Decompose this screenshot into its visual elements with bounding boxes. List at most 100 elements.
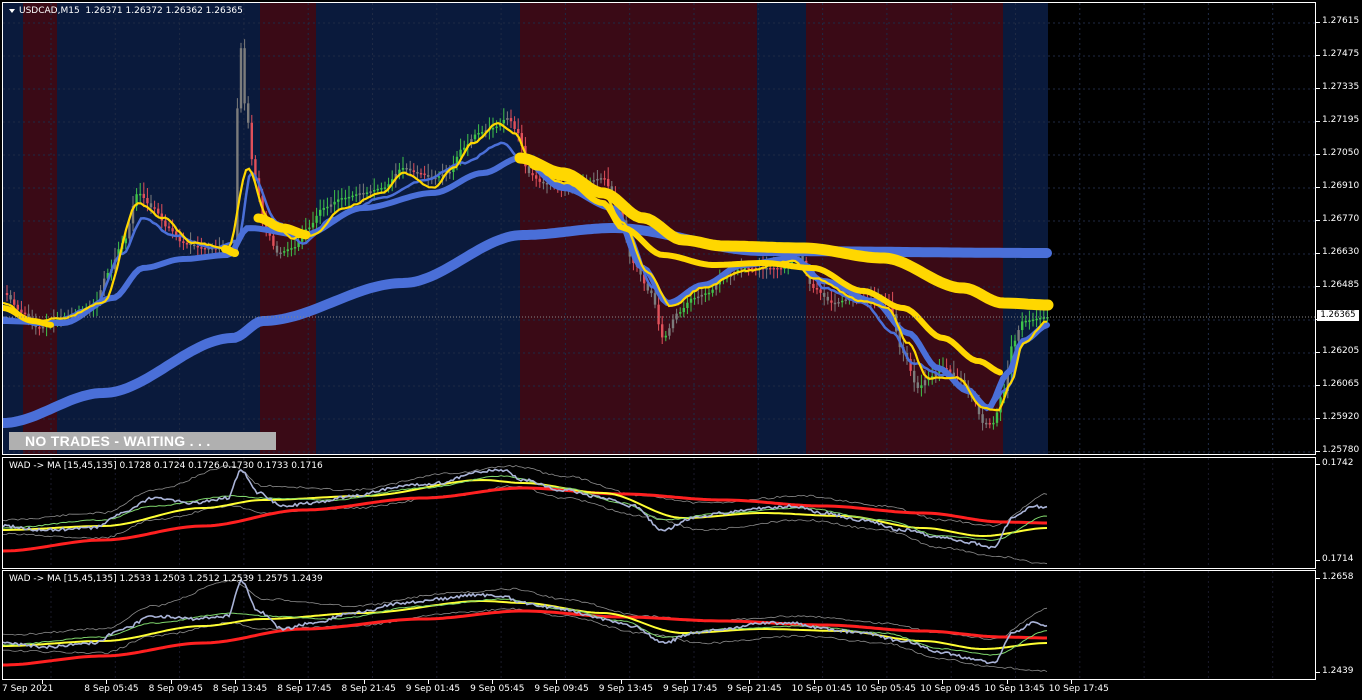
price-candle — [1021, 321, 1024, 331]
price-candle — [653, 293, 657, 305]
price-candle — [200, 247, 203, 249]
time-label: 9 Sep 17:45 — [663, 684, 718, 694]
scale-tick-label: 1.26630 — [1322, 247, 1360, 257]
time-label: 7 Sep 2021 — [2, 684, 54, 694]
time-label: 10 Sep 17:45 — [1048, 684, 1109, 694]
price-candle — [236, 108, 239, 246]
chevron-down-icon[interactable] — [9, 8, 15, 13]
scale-tick-mark — [1316, 121, 1320, 122]
price-candle — [293, 247, 297, 249]
price-candle — [41, 326, 45, 329]
price-candle — [542, 181, 545, 184]
indicator-2-canvas[interactable] — [3, 571, 1315, 679]
price-candle — [700, 294, 703, 297]
indicator-2-pane[interactable]: WAD -> MA [15,45,135] 1.2533 1.2503 1.25… — [2, 570, 1316, 680]
scale-tick-label: 1.2658 — [1322, 572, 1354, 582]
price-candle — [988, 423, 991, 425]
price-candle — [711, 289, 714, 293]
price-candle — [812, 283, 815, 289]
wad-lower-band — [3, 607, 1048, 673]
scale-tick-label: 1.26770 — [1322, 214, 1360, 224]
scale-tick-mark — [1316, 560, 1320, 561]
scale-tick-mark — [1316, 385, 1320, 386]
price-candle — [279, 252, 282, 255]
price-candle — [344, 197, 347, 200]
price-candle — [416, 172, 419, 174]
price-candle — [837, 302, 840, 304]
time-axis[interactable]: 7 Sep 2021 8 Sep 05:45 8 Sep 09:45 8 Sep 13… — [0, 680, 1362, 700]
scale-tick-label: 1.26485 — [1322, 280, 1360, 290]
price-candle — [412, 170, 415, 173]
price-candle — [373, 190, 376, 192]
price-candle — [1042, 317, 1045, 319]
price-candle — [923, 380, 927, 386]
price-candle — [409, 168, 412, 171]
scale-tick-mark — [1316, 253, 1320, 254]
price-candle — [164, 220, 167, 227]
price-candle — [146, 197, 149, 204]
price-candle — [995, 412, 999, 423]
price-candle — [128, 223, 131, 239]
time-label: 9 Sep 09:45 — [534, 684, 589, 694]
price-candle — [693, 297, 696, 300]
price-candle — [779, 268, 783, 270]
price-candle — [272, 235, 275, 246]
price-candle — [826, 296, 829, 301]
scale-tick-mark — [1316, 55, 1320, 56]
price-candle — [275, 245, 279, 253]
price-candle — [153, 207, 156, 209]
current-price-tag: 1.26365 — [1317, 310, 1359, 321]
price-candle — [740, 268, 743, 270]
scale-tick-label: 1.27195 — [1322, 115, 1360, 125]
price-candle — [351, 195, 354, 198]
wad-ma-mid-line — [3, 600, 1048, 651]
scale-tick-mark — [1316, 187, 1320, 188]
price-candle — [823, 292, 826, 297]
time-label: 9 Sep 21:45 — [727, 684, 782, 694]
price-candle — [149, 203, 153, 208]
price-candle — [1031, 319, 1035, 322]
price-scale[interactable]: 1.27615 1.27475 1.27335 1.27195 1.27050 1.269… — [1316, 2, 1362, 455]
indicator-1-pane[interactable]: WAD -> MA [15,45,135] 0.1728 0.1724 0.17… — [2, 457, 1316, 569]
price-candle — [833, 302, 837, 305]
price-candle — [531, 173, 534, 176]
price-candle — [599, 178, 603, 180]
price-candle — [689, 298, 693, 303]
price-candle — [355, 194, 358, 196]
price-candle — [743, 268, 747, 270]
price-candle — [157, 208, 160, 214]
price-candle — [992, 422, 995, 425]
time-label: 10 Sep 09:45 — [920, 684, 981, 694]
price-candle — [319, 209, 322, 216]
price-candle — [704, 293, 707, 295]
scale-tick-mark — [1316, 578, 1320, 579]
price-candle — [5, 293, 9, 296]
price-candle — [844, 299, 847, 301]
price-candle — [448, 172, 451, 174]
time-label: 10 Sep 13:45 — [984, 684, 1045, 694]
price-candle — [592, 180, 595, 182]
price-candle — [772, 268, 775, 270]
price-candle — [913, 370, 916, 383]
indicator-2-scale[interactable]: 1.2658 1.2439 — [1316, 570, 1362, 678]
scale-tick-label: 1.26910 — [1322, 181, 1360, 191]
price-candle — [517, 128, 520, 134]
main-chart-pane[interactable]: USDCAD,M15 1.26371 1.26372 1.26362 1.263… — [2, 2, 1316, 455]
price-candle — [423, 173, 426, 176]
price-candle — [419, 172, 423, 175]
price-chart-canvas[interactable] — [3, 3, 1315, 454]
price-candle — [1028, 320, 1031, 322]
price-candle — [326, 206, 329, 209]
scale-tick-label: 0.1714 — [1322, 554, 1354, 564]
price-candle — [290, 248, 293, 250]
price-candle — [369, 191, 372, 193]
price-candle — [686, 302, 689, 309]
scale-tick-label: 1.26065 — [1322, 379, 1360, 389]
price-candle — [401, 168, 405, 170]
price-candle — [376, 188, 379, 191]
indicator-1-scale[interactable]: 0.1742 0.1714 — [1316, 457, 1362, 567]
indicator-1-canvas[interactable] — [3, 458, 1315, 568]
scale-tick-mark — [1316, 352, 1320, 353]
price-candle — [124, 238, 127, 244]
price-candle — [23, 312, 27, 315]
